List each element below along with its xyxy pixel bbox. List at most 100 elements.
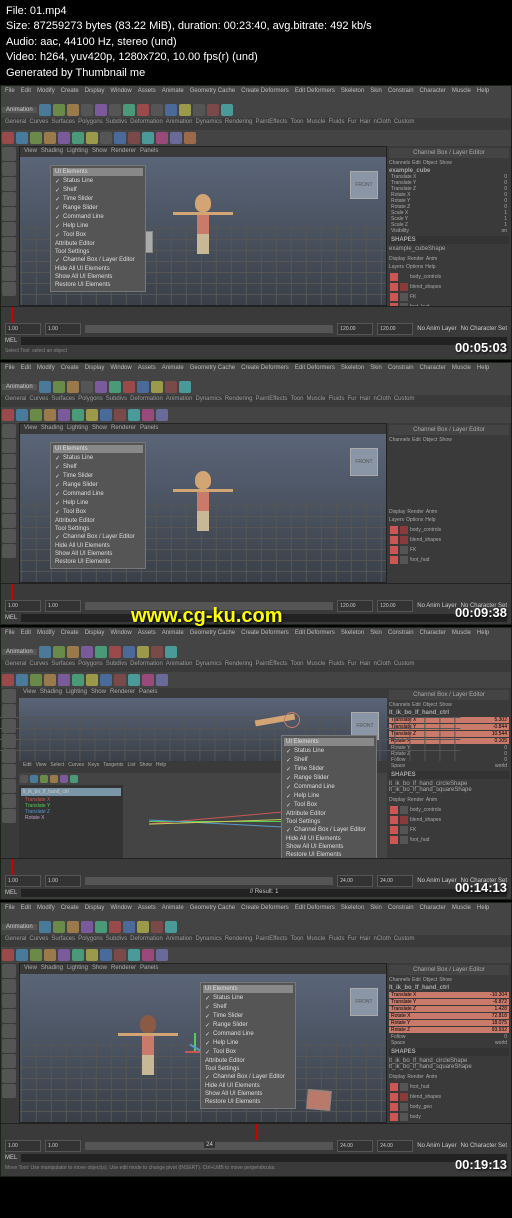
tab[interactable]: Edit bbox=[412, 160, 421, 166]
attr-row[interactable]: Translate X-10.304 bbox=[389, 992, 509, 998]
scale-tool-icon[interactable] bbox=[2, 469, 16, 483]
tab[interactable]: Show bbox=[439, 160, 452, 166]
shelf-tabs[interactable]: GeneralCurvesSurfacesPolygonsSubdivsDefo… bbox=[1, 118, 511, 130]
popup-item[interactable]: Status Line bbox=[53, 177, 143, 186]
popup-item[interactable]: Show All UI Elements bbox=[53, 550, 143, 558]
popup-item[interactable]: Shelf bbox=[53, 186, 143, 195]
shelf-tab[interactable]: Muscle bbox=[306, 119, 325, 129]
tool-icon[interactable] bbox=[39, 381, 51, 393]
shelf-tab[interactable]: Polygons bbox=[78, 119, 103, 129]
layout-icon[interactable] bbox=[2, 282, 16, 296]
menu[interactable]: Options bbox=[406, 264, 423, 270]
layer-vis-icon[interactable] bbox=[390, 293, 398, 301]
menu-item[interactable]: Edit Deformers bbox=[295, 88, 335, 100]
object-name[interactable]: lt_ik_bo_lf_hand_ctrl bbox=[389, 710, 509, 716]
range-bar[interactable] bbox=[85, 325, 333, 333]
popup-item[interactable]: Range Slider bbox=[53, 204, 143, 213]
outliner-item[interactable]: lt_ik_bo_lf_hand_ctrl bbox=[21, 788, 121, 796]
layer-row[interactable]: FK bbox=[389, 545, 509, 555]
viewcube[interactable]: FRONT bbox=[350, 171, 378, 199]
menu-item[interactable]: Edit bbox=[21, 88, 31, 100]
popup-item[interactable]: Command Line bbox=[53, 213, 143, 222]
shelf-icon[interactable] bbox=[58, 409, 70, 421]
menubar[interactable]: FileEditModifyCreateDisplayWindowAssetsA… bbox=[1, 628, 511, 644]
tool-icon[interactable] bbox=[95, 381, 107, 393]
time-marker[interactable] bbox=[11, 584, 13, 600]
tool-icon[interactable] bbox=[137, 381, 149, 393]
layout-icon[interactable] bbox=[2, 252, 16, 266]
tool-icon[interactable] bbox=[165, 381, 177, 393]
range-start2[interactable] bbox=[45, 323, 81, 335]
tool-icon[interactable] bbox=[2, 222, 16, 236]
layer-vis-icon[interactable] bbox=[390, 273, 398, 281]
time-slider[interactable] bbox=[1, 858, 511, 875]
tab[interactable]: Anim bbox=[426, 256, 437, 262]
popup-item[interactable]: Time Slider bbox=[53, 195, 143, 204]
ui-elements-menu[interactable]: UI Elements Status Line Shelf Time Slide… bbox=[50, 165, 146, 292]
layer-row[interactable]: body bbox=[389, 1112, 509, 1122]
attr-row[interactable]: Translate Y-6.872 bbox=[389, 999, 509, 1005]
layer-row[interactable]: blend_shapes bbox=[389, 535, 509, 545]
popup-item[interactable]: Hide All UI Elements bbox=[53, 265, 143, 273]
viewport[interactable]: ViewShadingLightingShowRendererPanels FR… bbox=[19, 963, 387, 1123]
layer-row[interactable]: FK bbox=[389, 292, 509, 302]
move-tool-icon[interactable] bbox=[2, 439, 16, 453]
tab[interactable]: Display bbox=[389, 256, 405, 262]
layer-row[interactable]: foot_hud bbox=[389, 555, 509, 565]
layer-row[interactable]: body_geo bbox=[389, 1102, 509, 1112]
shelf-icon[interactable] bbox=[86, 409, 98, 421]
popup-item[interactable]: Show All UI Elements bbox=[53, 273, 143, 281]
tool-icon[interactable] bbox=[2, 237, 16, 251]
shelf-tab[interactable]: Hair bbox=[359, 119, 370, 129]
attr-row[interactable]: Rotate X72.818 bbox=[389, 1013, 509, 1019]
shelf-tab[interactable]: Surfaces bbox=[51, 119, 75, 129]
menu[interactable]: Layers bbox=[389, 264, 404, 270]
menu-item[interactable]: Modify bbox=[37, 88, 55, 100]
attr-row[interactable]: Rotate Z93.932 bbox=[389, 1027, 509, 1033]
popup-item[interactable]: Restore UI Elements bbox=[53, 558, 143, 566]
current-frame[interactable]: 24 bbox=[204, 1142, 215, 1148]
layer-vis-icon[interactable] bbox=[390, 283, 398, 291]
tab[interactable]: Channels bbox=[389, 160, 410, 166]
time-slider[interactable] bbox=[1, 583, 511, 600]
layout-icon[interactable] bbox=[2, 529, 16, 543]
shelf-icon[interactable] bbox=[2, 132, 14, 144]
shelf-tab[interactable]: Rendering bbox=[225, 119, 253, 129]
layer-row[interactable]: FK bbox=[389, 825, 509, 835]
tool-icon[interactable] bbox=[123, 381, 135, 393]
shelf-tab[interactable]: Animation bbox=[166, 119, 193, 129]
tool-icon[interactable] bbox=[39, 104, 51, 116]
ui-elements-menu[interactable]: UI Elements Status Line Shelf Time Slide… bbox=[50, 442, 146, 569]
layer-row[interactable]: body_controls bbox=[389, 272, 509, 282]
tool-icon[interactable] bbox=[67, 104, 79, 116]
shelf-icon[interactable] bbox=[16, 132, 28, 144]
range-slider[interactable]: No Anim LayerNo Character Set bbox=[1, 875, 511, 887]
menu-item[interactable]: File bbox=[5, 88, 15, 100]
shelf-tabs[interactable]: GeneralCurvesSurfacesPolygonsSubdivsDefo… bbox=[1, 935, 511, 947]
layer-row[interactable]: blend_shapes bbox=[389, 815, 509, 825]
mode-dropdown[interactable]: Animation bbox=[2, 107, 37, 113]
tool-icon[interactable] bbox=[179, 104, 191, 116]
shelf-icon[interactable] bbox=[30, 132, 42, 144]
tool-icon[interactable] bbox=[123, 104, 135, 116]
scale-tool-icon[interactable] bbox=[2, 207, 16, 221]
shelf-tabs[interactable]: GeneralCurvesSurfacesPolygonsSubdivsDefo… bbox=[1, 395, 511, 407]
example-cube[interactable] bbox=[306, 1089, 332, 1111]
shelf-icon[interactable] bbox=[72, 409, 84, 421]
shape-name[interactable]: example_cubeShape bbox=[389, 246, 509, 252]
select-tool-icon[interactable] bbox=[2, 147, 16, 161]
tool-icon[interactable] bbox=[151, 381, 163, 393]
popup-item[interactable]: Tool Settings bbox=[53, 525, 143, 533]
popup-item[interactable]: Time Slider bbox=[53, 472, 143, 481]
popup-item[interactable]: Channel Box / Layer Editor bbox=[53, 533, 143, 542]
shelf-tab[interactable]: PaintEffects bbox=[256, 119, 288, 129]
viewcube[interactable]: FRONT bbox=[350, 448, 378, 476]
layer-row[interactable]: blend_shapes bbox=[389, 1092, 509, 1102]
curve-area[interactable]: UI Elements Status Line Shelf Time Slide… bbox=[123, 785, 387, 858]
ui-elements-menu[interactable]: UI Elements Status Line Shelf Time Slide… bbox=[281, 735, 377, 862]
tool-icon[interactable] bbox=[2, 484, 16, 498]
tool-icon[interactable] bbox=[193, 104, 205, 116]
rotate-tool-icon[interactable] bbox=[2, 192, 16, 206]
popup-item[interactable]: Restore UI Elements bbox=[53, 281, 143, 289]
menu-item[interactable]: Geometry Cache bbox=[190, 88, 235, 100]
